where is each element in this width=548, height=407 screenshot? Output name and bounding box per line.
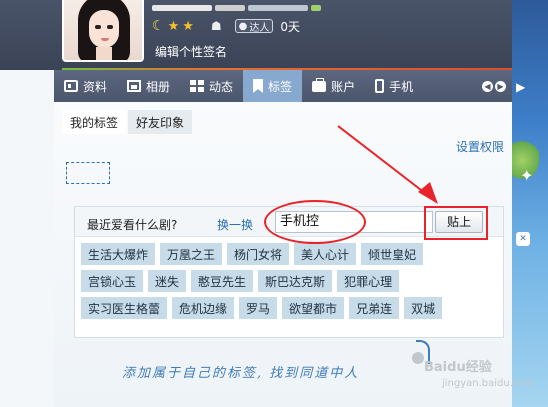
robot-icon: ☗ (210, 19, 222, 33)
user-icon: ● (238, 20, 248, 32)
briefcase-icon (312, 77, 327, 92)
bookmark-icon (253, 79, 264, 93)
days-count: 0天 (280, 19, 301, 34)
tag-chip[interactable]: 犯罪心理 (337, 270, 400, 292)
tag-chip[interactable]: 迷失 (148, 270, 187, 292)
tab-feed[interactable]: 动态 (180, 70, 243, 102)
bird-icon: ✦ (520, 166, 534, 185)
level-row: ☾ ★ ★ ☗ ● 达人 0天 (152, 16, 300, 36)
watermark-url: jingyan.baidu.com (442, 378, 535, 389)
tag-chip[interactable]: 宫锁心玉 (81, 270, 144, 292)
tag-row: 生活大爆炸 万凰之王 杨门女将 美人心计 倾世皇妃 (81, 243, 501, 265)
tab-label: 手机 (389, 79, 414, 94)
tag-chip[interactable]: 憨豆先生 (191, 270, 254, 292)
tab-label: 动态 (209, 79, 234, 94)
profile-nav: 资料 相册 动态 标签 账户 手机 ◀ ▶ (54, 70, 512, 102)
card-icon (64, 80, 78, 92)
next-arrow-icon[interactable]: ▶ (495, 80, 506, 92)
watermark-logo: Baidu经验 jingyan.baidu.com (412, 352, 534, 398)
annotation-rectangle (424, 206, 488, 240)
tag-chip[interactable]: 兄弟连 (349, 297, 400, 319)
tag-chip[interactable]: 美人心计 (294, 243, 357, 265)
avatar[interactable] (62, 0, 144, 62)
settings-permission-link[interactable]: 设置权限 (456, 138, 504, 155)
desktop-background: ▶ ✕ (512, 0, 548, 407)
daren-badge-label: 达人 (249, 22, 270, 34)
tag-chip[interactable]: 双城 (404, 297, 443, 319)
next-arrow-icon[interactable]: ▶ (516, 80, 525, 94)
profile-header: ☾ ★ ★ ☗ ● 达人 0天 编辑个性签名 (0, 0, 548, 70)
tab-phone[interactable]: 手机 (365, 70, 423, 102)
tab-label: 相册 (146, 79, 171, 94)
tab-account[interactable]: 账户 (302, 70, 365, 102)
nickname-obscured (152, 0, 392, 11)
tab-label: 资料 (83, 79, 108, 94)
tag-chip[interactable]: 斯巴达克斯 (258, 270, 333, 292)
close-icon[interactable]: ✕ (516, 232, 530, 246)
tab-album[interactable]: 相册 (117, 70, 180, 102)
change-link[interactable]: 换一换 (217, 216, 253, 233)
tab-profile[interactable]: 资料 (54, 70, 117, 102)
grid-icon (190, 80, 205, 92)
tag-row: 实习医生格蕾 危机边缘 罗马 欲望都市 兄弟连 双城 (81, 297, 501, 319)
daren-badge[interactable]: ● 达人 (234, 19, 274, 34)
tab-label: 标签 (268, 79, 293, 94)
sub-tabs: 我的标签 好友印象 (62, 110, 193, 134)
tab-tags[interactable]: 标签 (243, 70, 303, 102)
annotation-arrow (337, 125, 438, 204)
tag-chip[interactable]: 实习医生格蕾 (81, 297, 168, 319)
phone-icon (375, 79, 385, 93)
slogan-text: 添加属于自己的标签, 找到同道中人 (122, 366, 360, 381)
watermark-text: Baidu经验 (424, 360, 492, 375)
tag-chip[interactable]: 生活大爆炸 (81, 243, 156, 265)
tag-row: 宫锁心玉 迷失 憨豆先生 斯巴达克斯 犯罪心理 (81, 270, 501, 292)
tag-chip[interactable]: 罗马 (239, 297, 278, 319)
paw-icon (412, 352, 424, 364)
moon-icon: ☾ (152, 18, 165, 34)
star-icon: ★ (167, 18, 180, 34)
photo-icon (127, 80, 142, 92)
tag-list: 生活大爆炸 万凰之王 杨门女将 美人心计 倾世皇妃 宫锁心玉 迷失 憨豆先生 斯… (81, 243, 501, 324)
empty-tag-placeholder[interactable] (66, 162, 110, 184)
tab-label: 账户 (331, 79, 356, 94)
signature-link[interactable]: 编辑个性签名 (155, 43, 227, 60)
tag-chip[interactable]: 欲望都市 (282, 297, 345, 319)
tag-chip[interactable]: 万凰之王 (160, 243, 223, 265)
tab-friend-impression[interactable]: 好友印象 (128, 110, 193, 134)
tab-my-tags[interactable]: 我的标签 (62, 110, 127, 134)
tag-question: 最近爱看什么剧? (87, 218, 178, 232)
tag-chip[interactable]: 杨门女将 (227, 243, 290, 265)
prev-arrow-icon[interactable]: ◀ (482, 80, 493, 92)
nav-arrows: ◀ ▶ (482, 70, 512, 102)
tag-chip[interactable]: 危机边缘 (172, 297, 235, 319)
tag-chip[interactable]: 倾世皇妃 (361, 243, 424, 265)
star-icon: ★ (182, 18, 194, 34)
